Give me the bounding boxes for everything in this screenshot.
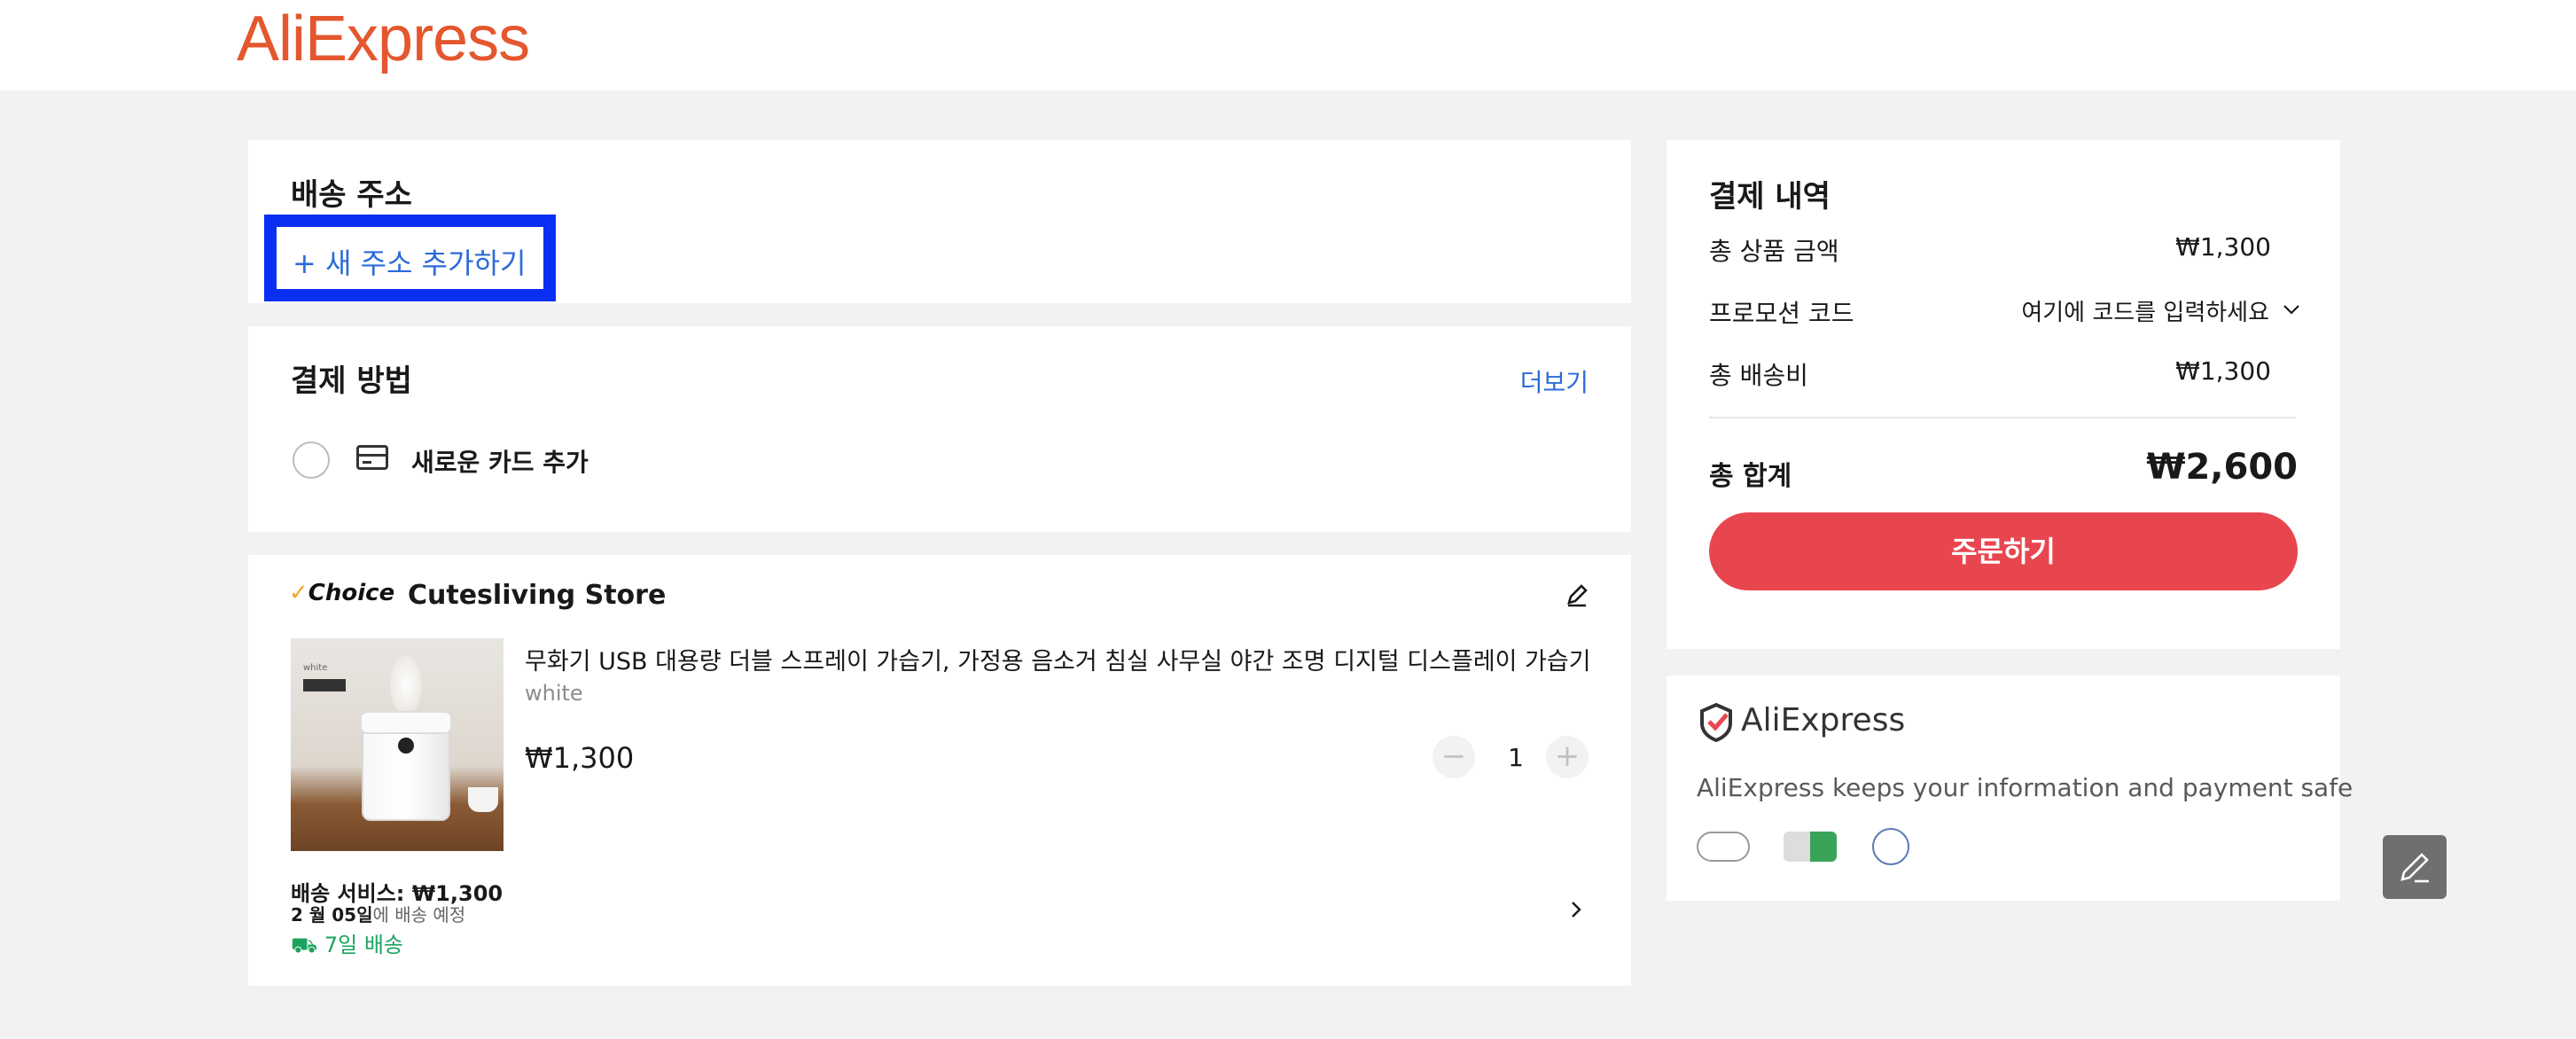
truck-icon: ⛟ <box>291 933 318 957</box>
chevron-down-icon[interactable] <box>2282 300 2301 319</box>
mist <box>390 656 422 715</box>
product-title[interactable]: 무화기 USB 대용량 더블 스프레이 가습기, 가정용 음소거 침실 사무실 … <box>525 642 1589 676</box>
delivery-time: ⛟ 7일 배송 <box>291 933 403 957</box>
promo-label: 프로모션 코드 <box>1709 299 1854 328</box>
add-address-button[interactable]: + 새 주소 추가하기 <box>293 241 526 282</box>
aliexpress-logo[interactable]: AliExpress <box>237 4 530 74</box>
quantity-value: 1 <box>1508 743 1524 772</box>
top-bar: AliExpress <box>0 0 2576 90</box>
divider <box>1709 417 2296 418</box>
total-value: ₩2,600 <box>2146 447 2298 488</box>
store-card: ✓Choice Cutesliving Store white 무화기 USB … <box>248 555 1631 986</box>
humidifier <box>360 711 452 821</box>
summary-title: 결제 내역 <box>1709 179 1831 215</box>
choice-badge: ✓Choice <box>289 580 395 606</box>
credit-card-icon <box>356 445 388 470</box>
shipping-value: ₩1,300 <box>2175 356 2271 386</box>
increase-quantity-button[interactable]: + <box>1546 736 1589 778</box>
security-badge-icon <box>1697 832 1750 862</box>
subtotal-label: 총 상품 금액 <box>1709 237 1839 266</box>
new-card-radio[interactable] <box>293 441 330 479</box>
more-link[interactable]: 더보기 <box>1520 363 1589 399</box>
chevron-right-icon[interactable] <box>1567 901 1585 918</box>
display-dial <box>398 738 414 754</box>
security-card: AliExpress AliExpress keeps your informa… <box>1667 676 2353 901</box>
shield-icon <box>1700 702 1732 743</box>
payment-title: 결제 방법 <box>291 363 412 399</box>
delivery-eta: 2 월 05일에 배송 예정 <box>291 904 466 926</box>
product-variant: white <box>525 681 583 706</box>
product-image[interactable]: white <box>291 638 503 851</box>
certification-seal-icon <box>1872 828 1909 865</box>
cup <box>468 787 498 812</box>
add-address-highlight: + 새 주소 추가하기 <box>264 215 556 301</box>
store-name[interactable]: Cutesliving Store <box>408 580 666 611</box>
thumb-tag: white <box>303 663 328 673</box>
payment-method-card: 결제 방법 더보기 새로운 카드 추가 <box>248 326 1631 532</box>
subtotal-value: ₩1,300 <box>2175 232 2271 262</box>
place-order-button[interactable]: 주문하기 <box>1709 512 2298 590</box>
check-icon: ✓ <box>289 580 308 606</box>
safety-text: AliExpress keeps your information and pa… <box>1697 773 2354 802</box>
floating-edit-button[interactable] <box>2383 835 2447 899</box>
thumb-label <box>303 679 346 691</box>
order-summary-card: 결제 내역 총 상품 금액 ₩1,300 프로모션 코드 여기에 코드를 입력하… <box>1667 140 2340 649</box>
shipping-address-card: 배송 주소 + 새 주소 추가하기 <box>248 140 1631 303</box>
edit-icon[interactable] <box>1564 582 1590 608</box>
product-price: ₩1,300 <box>525 741 635 775</box>
pencil-icon <box>2400 853 2429 883</box>
add-new-card-label[interactable]: 새로운 카드 추가 <box>411 443 589 479</box>
shipping-label: 총 배송비 <box>1709 361 1808 390</box>
address-title: 배송 주소 <box>291 177 412 213</box>
total-label: 총 합계 <box>1709 461 1792 492</box>
promo-input[interactable]: 여기에 코드를 입력하세요 <box>2021 294 2269 327</box>
decrease-quantity-button[interactable]: − <box>1432 736 1475 778</box>
verification-badge-icon <box>1784 832 1837 862</box>
